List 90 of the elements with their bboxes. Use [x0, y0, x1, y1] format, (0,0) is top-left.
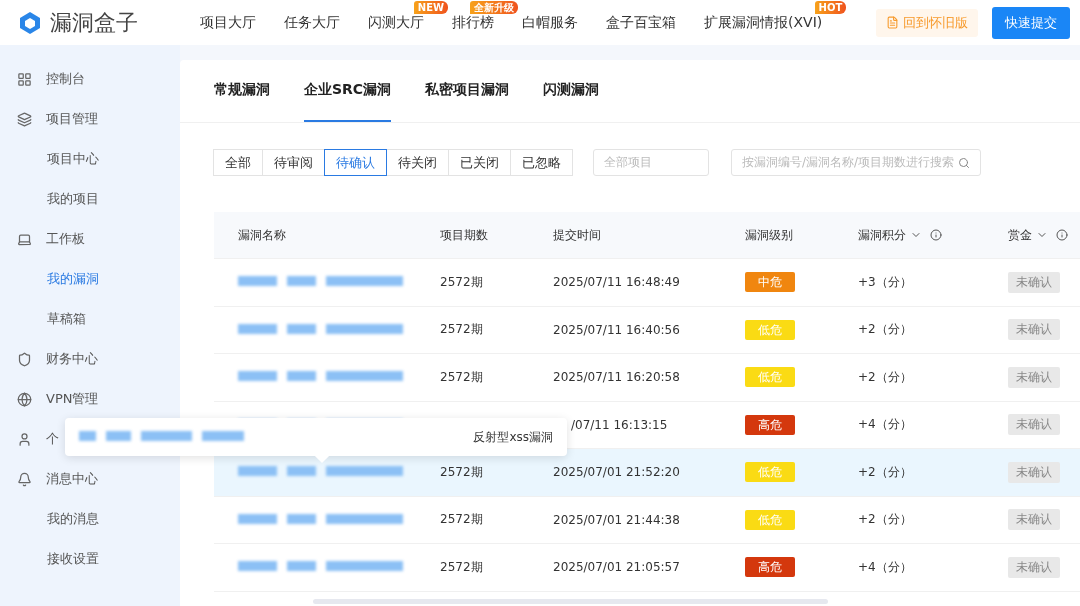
- reward-status: 未确认: [1008, 271, 1060, 293]
- score-cell-text: +4（分）: [858, 558, 913, 576]
- score-cell-text: +2（分）: [858, 511, 913, 529]
- sidebar-item[interactable]: 工作板: [0, 219, 180, 259]
- sidebar-icon: [17, 431, 32, 447]
- nav-link[interactable]: 扩展漏洞情报(XVI): [704, 13, 823, 32]
- tab[interactable]: 私密项目漏洞: [425, 60, 510, 122]
- time-cell-text: 2025/07/11 16:48:49: [553, 275, 681, 290]
- table-row[interactable]: 2572期 2025/07/01 21:52:20 低危 +2（分） 未确认: [214, 449, 1080, 497]
- sidebar-subitem[interactable]: 草稿箱: [0, 299, 180, 339]
- column-header: 漏洞积分: [858, 226, 906, 244]
- sidebar-item[interactable]: 个: [0, 419, 180, 459]
- sidebar-icon: [17, 351, 32, 367]
- score-cell-text: +2（分）: [858, 368, 913, 386]
- sidebar-subitem[interactable]: 我的项目: [0, 179, 180, 219]
- nav-link[interactable]: 项目大厅: [200, 13, 256, 32]
- horizontal-scrollbar[interactable]: [313, 599, 828, 604]
- severity-badge: 低危: [745, 367, 795, 388]
- period-cell-text: 2572期: [440, 368, 484, 386]
- column-header: 项目期数: [440, 226, 488, 244]
- nav-link[interactable]: 排行榜: [452, 13, 494, 32]
- sidebar-icon: [17, 231, 32, 247]
- score-cell-text: +2（分）: [858, 321, 913, 339]
- status-filter[interactable]: 待关闭: [386, 149, 449, 176]
- sidebar-icon: [17, 111, 32, 127]
- period-cell-text: 2572期: [440, 273, 484, 291]
- column-header: 提交时间: [553, 226, 601, 244]
- severity-badge: 高危: [745, 557, 795, 578]
- nav-badge: NEW: [413, 0, 448, 14]
- period-cell-text: 2572期: [440, 558, 484, 576]
- status-filter[interactable]: 全部: [213, 149, 263, 176]
- score-cell-text: +2（分）: [858, 463, 913, 481]
- time-cell-text: 2025/07/01 21:05:57: [553, 560, 681, 575]
- nav-link[interactable]: 白帽服务: [522, 13, 578, 32]
- sidebar-item[interactable]: 项目管理: [0, 99, 180, 139]
- tab[interactable]: 闪测漏洞: [543, 60, 600, 122]
- status-filter[interactable]: 已关闭: [448, 149, 511, 176]
- sidebar-item[interactable]: 财务中心: [0, 339, 180, 379]
- sidebar-icon: [17, 391, 32, 407]
- search-icon: [958, 156, 970, 169]
- sidebar-item[interactable]: VPN管理: [0, 379, 180, 419]
- sidebar-icon: [17, 71, 32, 87]
- column-header: 漏洞名称: [238, 226, 286, 244]
- period-cell-text: 2572期: [440, 511, 484, 529]
- tab[interactable]: 企业SRC漏洞: [304, 60, 392, 122]
- nav-badge: 全新升级: [470, 0, 518, 14]
- reward-status: 未确认: [1008, 556, 1060, 578]
- period-cell-text: 2572期: [440, 463, 484, 481]
- sidebar-item[interactable]: 控制台: [0, 59, 180, 99]
- document-icon: [886, 16, 899, 29]
- tooltip-text: 反射型xss漏洞: [473, 428, 553, 446]
- severity-badge: 低危: [745, 319, 795, 340]
- nav-link[interactable]: 闪测大厅: [368, 13, 424, 32]
- cube-logo-icon: [18, 10, 42, 35]
- severity-badge: 低危: [745, 462, 795, 483]
- time-cell-text: 2025/07/01 21:44:38: [553, 512, 681, 527]
- reward-status: 未确认: [1008, 366, 1060, 388]
- time-cell-text: 2025/07/01 21:52:20: [553, 465, 681, 480]
- tab[interactable]: 常规漏洞: [214, 60, 270, 122]
- status-filter[interactable]: 待审阅: [262, 149, 325, 176]
- nav-badge: HOT: [814, 0, 847, 14]
- sidebar-item[interactable]: 消息中心: [0, 459, 180, 499]
- status-filter[interactable]: 已忽略: [510, 149, 573, 176]
- score-cell-text: +3（分）: [858, 273, 913, 291]
- severity-badge: 中危: [745, 272, 795, 293]
- nav-link[interactable]: 盒子百宝箱: [606, 13, 676, 32]
- reward-status: 未确认: [1008, 414, 1060, 436]
- time-cell-text: 2025/07/11 16:40:56: [553, 322, 681, 337]
- sidebar-subitem[interactable]: 我的漏洞: [0, 259, 180, 299]
- sidebar-subitem[interactable]: 我的消息: [0, 499, 180, 539]
- period-cell-text: 2572期: [440, 321, 484, 339]
- quick-submit-button[interactable]: 快速提交: [992, 6, 1070, 39]
- severity-badge: 低危: [745, 509, 795, 530]
- status-filter[interactable]: 待确认: [324, 149, 387, 176]
- sidebar-icon: [17, 471, 32, 487]
- severity-badge: 高危: [745, 414, 795, 435]
- time-cell-text: /07/11 16:13:15: [570, 417, 669, 432]
- reward-status: 未确认: [1008, 461, 1060, 483]
- sidebar-subitem[interactable]: 项目中心: [0, 139, 180, 179]
- nav-link[interactable]: 任务大厅: [284, 13, 340, 32]
- reward-status: 未确认: [1008, 509, 1060, 531]
- logo-text: 漏洞盒子: [50, 8, 138, 37]
- time-cell-text: 2025/07/11 16:20:58: [553, 370, 681, 385]
- column-header: 赏金: [1008, 226, 1032, 244]
- reward-status: 未确认: [1008, 319, 1060, 341]
- info-icon[interactable]: [930, 229, 942, 241]
- sidebar-subitem[interactable]: 接收设置: [0, 539, 180, 579]
- score-cell-text: +4（分）: [858, 416, 913, 434]
- info-icon[interactable]: [1056, 229, 1068, 241]
- column-header: 漏洞级别: [745, 226, 793, 244]
